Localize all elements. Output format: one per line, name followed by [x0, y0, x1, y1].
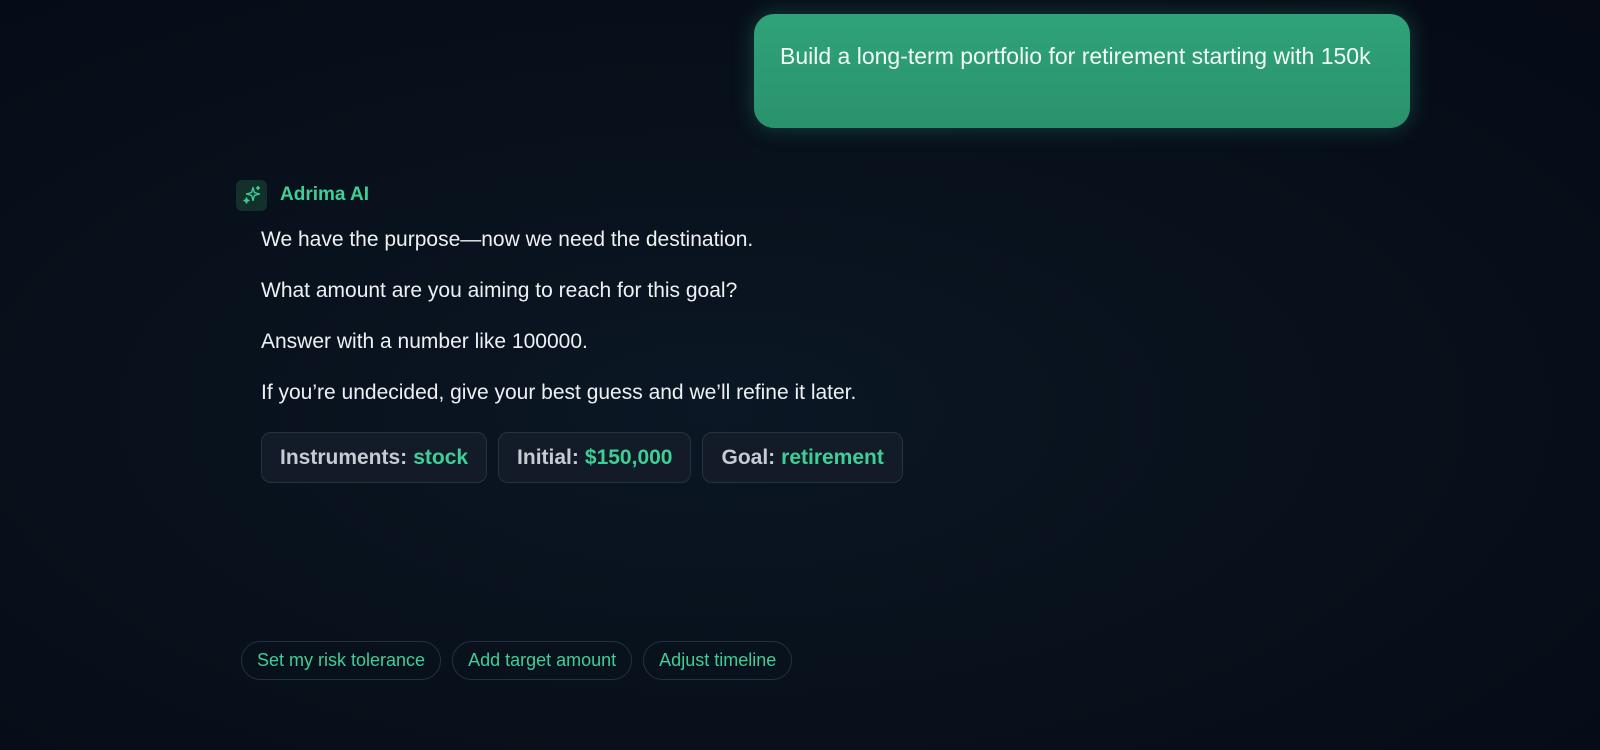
assistant-message: Adrima AI We have the purpose—now we nee…	[236, 179, 1136, 483]
context-chips: Instruments: stock Initial: $150,000 Goa…	[261, 432, 1136, 483]
goal-chip: Goal: retirement	[702, 432, 903, 483]
assistant-header: Adrima AI	[236, 179, 1136, 211]
chip-label: Initial:	[517, 445, 579, 469]
message-line: What amount are you aiming to reach for …	[261, 279, 738, 302]
initial-amount-chip: Initial: $150,000	[498, 432, 692, 483]
assistant-message-body: We have the purpose—now we need the dest…	[236, 225, 1136, 483]
adjust-timeline-button[interactable]: Adjust timeline	[643, 641, 793, 680]
assistant-name: Adrima AI	[280, 184, 370, 205]
user-message-bubble: Build a long-term portfolio for retireme…	[754, 14, 1410, 128]
chip-label: Goal:	[721, 445, 776, 469]
message-line: We have the purpose—now we need the dest…	[261, 228, 754, 251]
message-line: If you’re undecided, give your best gues…	[261, 381, 857, 404]
chip-value: $150,000	[584, 445, 673, 469]
chip-value: retirement	[781, 445, 884, 469]
user-message-text: Build a long-term portfolio for retireme…	[780, 43, 1371, 69]
message-line: Answer with a number like 100000.	[261, 330, 588, 353]
chip-value: stock	[413, 445, 469, 469]
add-target-amount-button[interactable]: Add target amount	[452, 641, 633, 680]
suggestion-chips: Set my risk tolerance Add target amount …	[241, 641, 793, 680]
set-risk-tolerance-button[interactable]: Set my risk tolerance	[241, 641, 442, 680]
sparkles-icon	[236, 179, 267, 211]
chip-label: Instruments:	[280, 445, 408, 469]
instruments-chip: Instruments: stock	[261, 432, 488, 483]
